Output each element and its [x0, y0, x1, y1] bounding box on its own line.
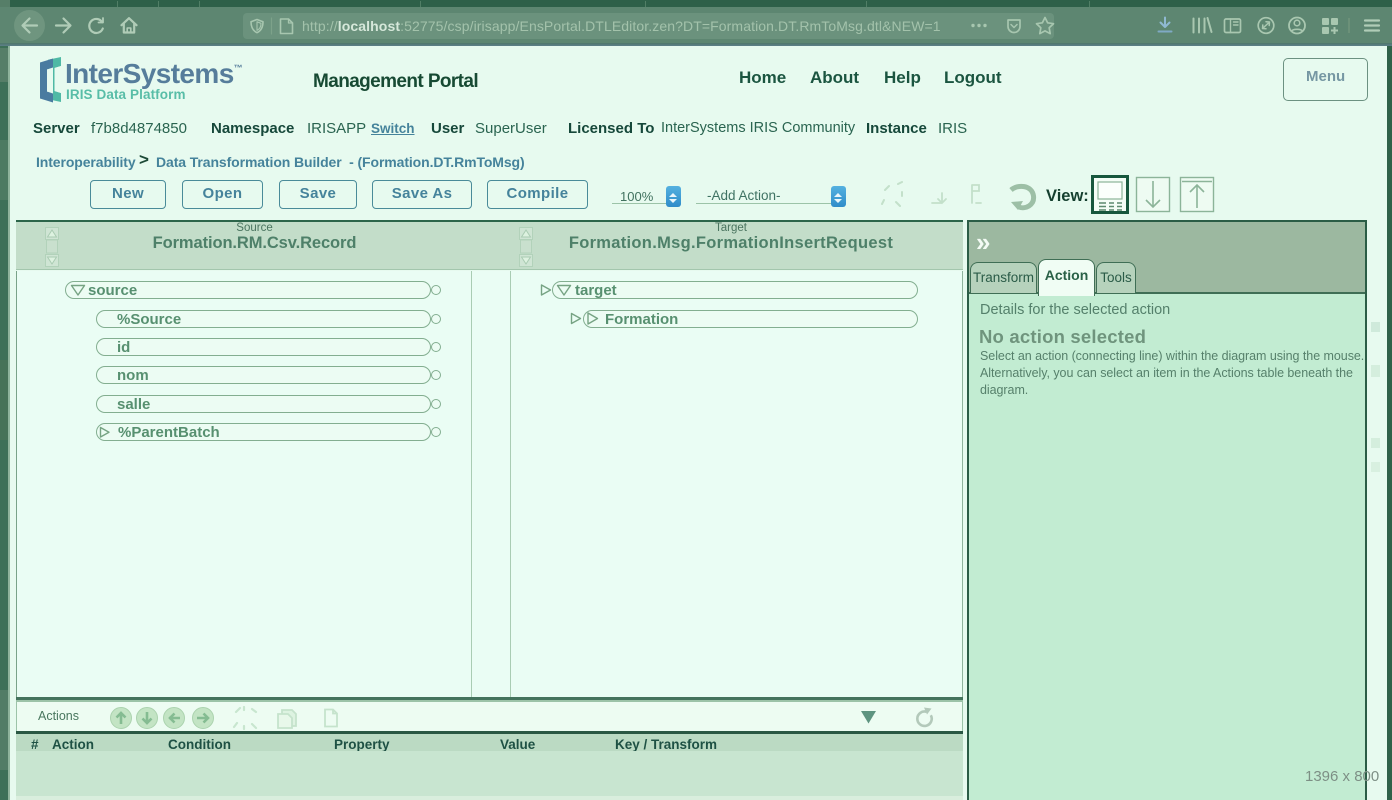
svg-text:View:: View:: [1046, 187, 1089, 205]
